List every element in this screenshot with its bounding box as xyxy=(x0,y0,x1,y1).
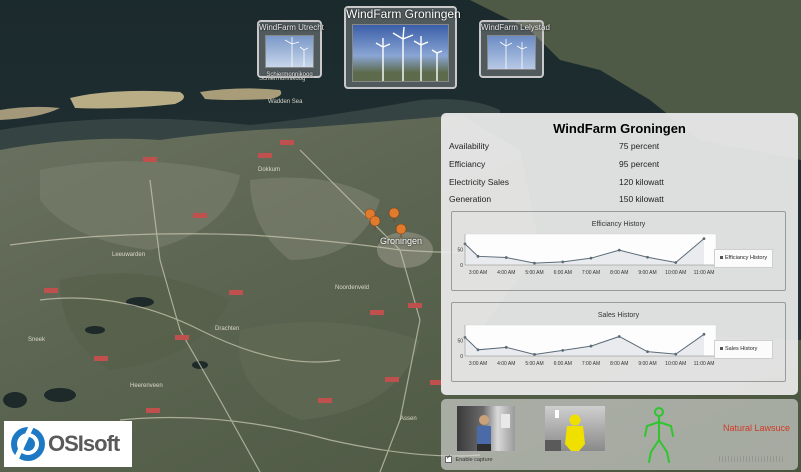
data-point xyxy=(504,345,508,349)
windfarm-photo xyxy=(265,35,314,68)
x-tick-label: 8:00 AM xyxy=(610,270,628,276)
x-tick-label: 5:00 AM xyxy=(525,361,543,367)
efficiency-history-chart: Efficiancy History 0 50 3:00 AM 4:00 AM 5:00… xyxy=(451,211,786,291)
svg-text:Assen: Assen xyxy=(400,416,417,422)
checkmark-icon: ✓ xyxy=(446,455,452,461)
status-text: Natural Lawsuce xyxy=(723,423,791,433)
stat-value-generation: 150 kilowatt xyxy=(619,194,664,204)
y-tick-label: 50 xyxy=(457,248,463,254)
svg-text:Dokkum: Dokkum xyxy=(258,167,280,173)
windfarm-thumbnail-groningen[interactable]: WindFarm Groningen xyxy=(344,6,461,89)
svg-text:Wadden Sea: Wadden Sea xyxy=(268,99,303,105)
svg-text:Sneek: Sneek xyxy=(28,337,46,343)
x-tick-label: 4:00 AM xyxy=(497,270,515,276)
x-tick-label: 10:00 AM xyxy=(665,361,686,367)
legend-label: Sales History xyxy=(725,346,758,352)
stat-label-electricity-sales: Electricity Sales xyxy=(449,177,509,187)
y-tick-label: 50 xyxy=(457,339,463,345)
data-point xyxy=(617,248,621,252)
data-point xyxy=(476,254,480,258)
data-point xyxy=(533,261,536,265)
x-tick-label: 6:00 AM xyxy=(554,361,572,367)
x-tick-label: 7:00 AM xyxy=(582,270,600,276)
svg-text:Noordenveld: Noordenveld xyxy=(335,285,369,291)
map-marker-icon xyxy=(364,207,407,239)
camera-depth-feed xyxy=(544,405,606,452)
thumbnail-subcaption: Schiermonnikoog xyxy=(266,72,313,78)
data-point xyxy=(646,255,649,259)
windfarm-thumbnail-lelystad[interactable]: WindFarm Lelystad xyxy=(479,20,550,78)
skeleton-tracking-icon xyxy=(644,407,674,463)
x-tick-label: 3:00 AM xyxy=(469,270,487,276)
data-point xyxy=(702,332,706,336)
data-point xyxy=(561,349,565,352)
data-point xyxy=(533,353,536,356)
windfarm-thumbnail-utrecht[interactable]: WindFarm Utrecht Schiermonnikoog xyxy=(257,20,324,78)
enable-capture-label: Enable capture xyxy=(455,456,493,463)
windfarm-photo xyxy=(352,24,449,82)
stat-label-efficiency: Efficiancy xyxy=(449,159,486,169)
x-tick-label: 8:00 AM xyxy=(610,361,628,367)
x-tick-label: 10:00 AM xyxy=(665,270,686,276)
data-point xyxy=(702,237,706,241)
chart-legend: Sales History xyxy=(714,340,773,359)
osisoft-logo-mark-icon xyxy=(11,424,45,461)
x-tick-label: 3:00 AM xyxy=(469,361,487,367)
data-point xyxy=(617,335,621,338)
svg-text:Leeuwarden: Leeuwarden xyxy=(112,252,145,258)
stat-value-availability: 75 percent xyxy=(619,141,660,151)
data-point xyxy=(589,256,593,260)
data-point xyxy=(561,260,565,264)
x-tick-label: 5:00 AM xyxy=(525,270,543,276)
x-tick-label: 9:00 AM xyxy=(638,361,656,367)
x-tick-label: 7:00 AM xyxy=(582,361,600,367)
stat-label-availability: Availability xyxy=(449,141,490,151)
data-point xyxy=(589,344,593,348)
thumbnail-caption: WindFarm Utrecht xyxy=(259,23,324,32)
data-point xyxy=(674,261,678,264)
osisoft-logo-text: OSIsoft xyxy=(48,431,120,456)
chart-legend: Efficiancy History xyxy=(714,249,773,268)
capture-panel: Natural Lawsuce ✓ Enable capture xyxy=(441,399,798,470)
stat-value-efficiency: 95 percent xyxy=(619,159,660,169)
windfarm-markers xyxy=(364,207,407,239)
x-tick-label: 6:00 AM xyxy=(554,270,572,276)
enable-capture-checkbox[interactable]: ✓ xyxy=(445,455,452,463)
windfarm-photo xyxy=(487,35,536,70)
stat-value-electricity-sales: 120 kilowatt xyxy=(619,177,664,187)
sales-history-chart: Sales History 0 50 3:00 AM 4:00 AM 5:00 AM 6:… xyxy=(451,302,786,382)
camera-color-feed xyxy=(456,405,516,452)
resize-grip-icon[interactable] xyxy=(719,456,785,462)
stat-label-generation: Generation xyxy=(449,194,492,204)
enable-capture-control[interactable]: ✓ Enable capture xyxy=(445,455,493,463)
x-tick-label: 11:00 AM xyxy=(694,270,715,276)
panel-title: WindFarm Groningen xyxy=(553,121,686,136)
windfarm-info-panel: WindFarm Groningen Availability 75 perce… xyxy=(441,113,798,395)
osisoft-logo: OSIsoft xyxy=(4,421,132,467)
x-tick-label: 4:00 AM xyxy=(497,361,515,367)
legend-swatch xyxy=(720,256,723,260)
y-tick-label: 0 xyxy=(460,354,463,360)
x-tick-label: 11:00 AM xyxy=(694,361,715,367)
data-point xyxy=(476,348,480,352)
thumbnail-caption: WindFarm Groningen xyxy=(346,7,461,21)
svg-text:Drachten: Drachten xyxy=(215,326,239,332)
thumbnail-caption: WindFarm Lelystad xyxy=(481,23,550,32)
legend-swatch xyxy=(720,347,723,351)
data-point xyxy=(646,350,649,354)
svg-text:Heerenveen: Heerenveen xyxy=(130,383,163,389)
x-tick-label: 9:00 AM xyxy=(638,270,656,276)
legend-label: Efficiancy History xyxy=(725,255,768,261)
data-point xyxy=(504,256,508,259)
data-point xyxy=(674,352,678,356)
y-tick-label: 0 xyxy=(460,263,463,269)
